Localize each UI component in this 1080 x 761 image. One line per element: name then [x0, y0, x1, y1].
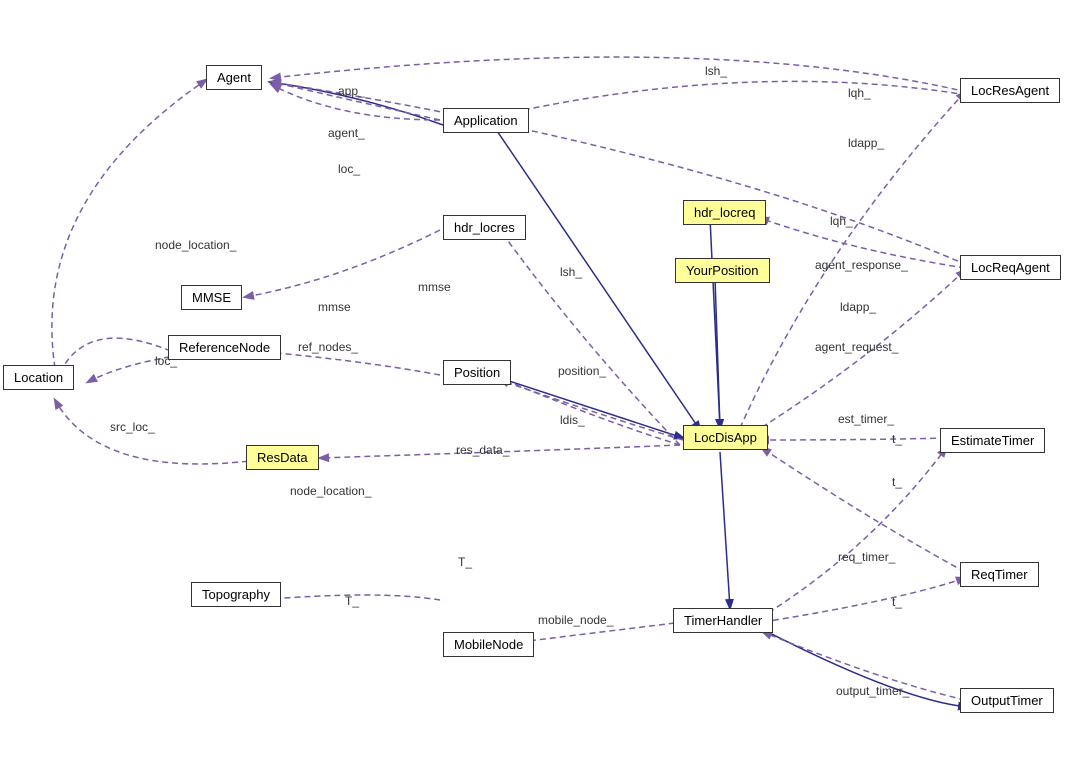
label-lqh1: lqh_ — [848, 86, 871, 100]
label-res-data: res_data_ — [456, 443, 509, 457]
label-req-timer: req_timer_ — [838, 550, 895, 564]
label-lqh2: lqh_ — [830, 214, 853, 228]
label-lsh1: lsh_ — [560, 265, 582, 279]
label-agent: agent_ — [328, 126, 365, 140]
label-t2: t_ — [892, 475, 902, 489]
node-res-data: ResData — [246, 445, 319, 470]
label-ldapp2: ldapp_ — [840, 300, 876, 314]
label-output-timer: output_timer_ — [836, 684, 909, 698]
diagram-canvas: Agent Application hdr_locres hdr_locreq … — [0, 0, 1080, 761]
arrows-svg — [0, 0, 1080, 761]
label-t1: t_ — [892, 432, 902, 446]
label-mobile-node: mobile_node_ — [538, 613, 613, 627]
label-T2: T_ — [345, 594, 359, 608]
label-ref-nodes: ref_nodes_ — [298, 340, 358, 354]
node-location: Location — [3, 365, 74, 390]
node-your-position: YourPosition — [675, 258, 770, 283]
node-loc-res-agent: LocResAgent — [960, 78, 1060, 103]
label-ldis: ldis_ — [560, 413, 585, 427]
label-ldapp1: ldapp_ — [848, 136, 884, 150]
label-mmse2: mmse — [318, 300, 351, 314]
node-mobile-node: MobileNode — [443, 632, 534, 657]
label-mmse1: mmse — [418, 280, 451, 294]
label-node-location1: node_location_ — [155, 238, 236, 252]
label-loc: loc_ — [338, 162, 360, 176]
node-topography: Topography — [191, 582, 281, 607]
node-agent: Agent — [206, 65, 262, 90]
node-mmse: MMSE — [181, 285, 242, 310]
label-agent-request: agent_request_ — [815, 340, 898, 354]
label-lsh2: lsh_ — [705, 64, 727, 78]
node-hdr-locreq: hdr_locreq — [683, 200, 766, 225]
label-T1: T_ — [458, 555, 472, 569]
node-output-timer: OutputTimer — [960, 688, 1054, 713]
node-application: Application — [443, 108, 529, 133]
node-position: Position — [443, 360, 511, 385]
label-app: app_ — [338, 84, 365, 98]
label-position: position_ — [558, 364, 606, 378]
label-est-timer: est_timer_ — [838, 412, 894, 426]
label-src-loc: src_loc_ — [110, 420, 155, 434]
node-hdr-locres: hdr_locres — [443, 215, 526, 240]
label-t3: t_ — [892, 595, 902, 609]
node-reference-node: ReferenceNode — [168, 335, 281, 360]
label-node-location2: node_location_ — [290, 484, 371, 498]
node-loc-req-agent: LocReqAgent — [960, 255, 1061, 280]
node-req-timer: ReqTimer — [960, 562, 1039, 587]
node-estimate-timer: EstimateTimer — [940, 428, 1045, 453]
label-agent-response: agent_response_ — [815, 258, 908, 272]
node-timer-handler: TimerHandler — [673, 608, 773, 633]
node-loc-dis-app: LocDisApp — [683, 425, 768, 450]
